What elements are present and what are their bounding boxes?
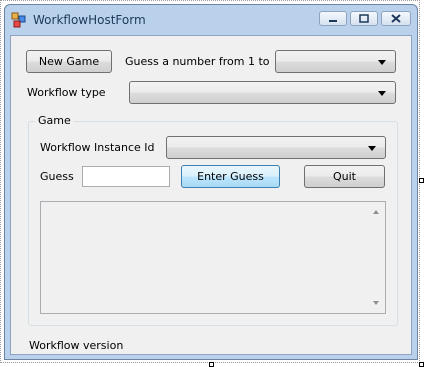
resize-grip-bottom[interactable]: [209, 362, 214, 367]
close-button[interactable]: [381, 11, 411, 26]
workflow-instance-id-label: Workflow Instance Id: [40, 141, 155, 154]
form-client-area: New Game Guess a number from 1 to Workfl…: [10, 35, 412, 355]
workflow-host-window: WorkflowHostForm New Game Guess a number…: [4, 4, 418, 360]
chevron-down-icon: [368, 145, 376, 151]
workflow-type-label: Workflow type: [27, 86, 106, 99]
scroll-down-arrow-icon[interactable]: [373, 301, 379, 305]
quit-button-label: Quit: [333, 170, 356, 183]
resize-grip-corner[interactable]: [419, 362, 424, 367]
guess-range-dropdown[interactable]: [275, 50, 396, 73]
guess-range-label: Guess a number from 1 to: [125, 55, 270, 68]
game-group-title: Game: [35, 114, 74, 127]
game-groupbox: Game Workflow Instance Id Guess Enter Gu…: [28, 114, 398, 326]
new-game-button-label: New Game: [38, 55, 100, 68]
game-output-listbox[interactable]: [40, 201, 386, 314]
output-scrollbar[interactable]: [368, 202, 385, 313]
workflow-app-icon: [11, 12, 26, 28]
chevron-down-icon: [378, 59, 386, 65]
close-icon: [391, 14, 401, 23]
maximize-button[interactable]: [350, 11, 378, 26]
enter-guess-button-label: Enter Guess: [197, 170, 264, 183]
minimize-button[interactable]: [319, 11, 347, 26]
workflow-version-label: Workflow version: [29, 339, 124, 352]
enter-guess-button[interactable]: Enter Guess: [181, 165, 280, 188]
workflow-type-dropdown[interactable]: [129, 81, 396, 104]
scroll-up-arrow-icon[interactable]: [373, 210, 379, 214]
resize-grip-right[interactable]: [419, 178, 424, 183]
minimize-icon: [329, 19, 337, 22]
workflow-instance-id-dropdown[interactable]: [166, 136, 386, 159]
guess-label: Guess: [40, 170, 74, 183]
guess-input[interactable]: [82, 166, 170, 187]
chevron-down-icon: [378, 90, 386, 96]
maximize-icon: [359, 14, 369, 23]
new-game-button[interactable]: New Game: [26, 50, 112, 73]
quit-button[interactable]: Quit: [304, 165, 385, 188]
title-bar: WorkflowHostForm: [5, 5, 417, 35]
window-title: WorkflowHostForm: [33, 13, 146, 27]
